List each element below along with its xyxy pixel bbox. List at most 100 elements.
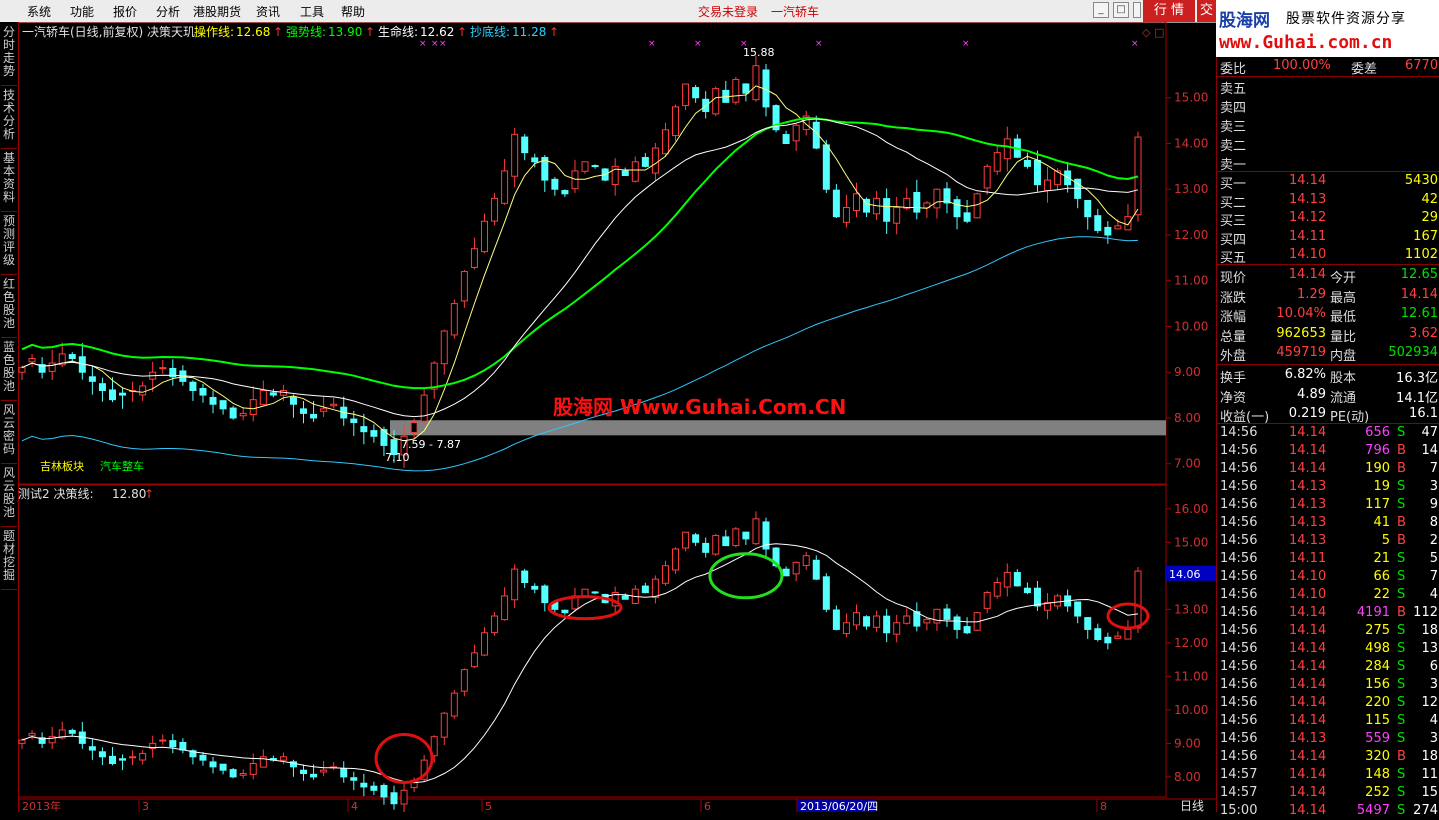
lower-candle-body — [812, 559, 820, 580]
tick-count: 2 — [1429, 533, 1438, 548]
stat-label: 总量 — [1220, 329, 1247, 345]
lower-candle-body — [591, 591, 599, 594]
upper-candle-body — [98, 383, 106, 392]
indicator-arrow: ↑ — [365, 25, 375, 39]
menu-1[interactable]: 功能 — [70, 3, 94, 20]
panel-ctrl-icon[interactable]: ◇ — [1142, 26, 1151, 39]
stat-label: 今开 — [1330, 271, 1357, 286]
tick-side: S — [1397, 677, 1406, 692]
left-tab-3[interactable]: 预测评级 — [1, 215, 17, 275]
menu-3[interactable]: 分析 — [156, 3, 180, 20]
tick-price: 14.10 — [1289, 569, 1327, 584]
xaxis-label: 8 — [1100, 800, 1107, 812]
lower-candle-body — [18, 739, 26, 744]
lower-candle-body — [501, 595, 509, 621]
tick-row: 14:56 14.14 656 S 47 — [1217, 424, 1439, 442]
highlight-ellipse — [547, 595, 623, 621]
tick-count: 14 — [1421, 443, 1438, 458]
stat-row: 总量 962653 量比 3.62 — [1217, 325, 1439, 345]
kline-chart[interactable]: 15.00 14.00 13.00 12.00 11.00 10.00 9.00 8.00 7.… — [17, 21, 1216, 814]
minimize-icon[interactable]: _ — [1093, 2, 1109, 18]
tick-count: 9 — [1429, 497, 1438, 512]
upper-candle-body — [249, 399, 257, 415]
lower-candle-body — [108, 755, 116, 764]
menu-7[interactable]: 帮助 — [341, 3, 365, 20]
sell-row: 卖三 — [1217, 115, 1439, 135]
tick-row: 14:56 14.14 275 S 18 — [1217, 622, 1439, 640]
sell-label: 卖三 — [1220, 120, 1247, 135]
lower-candle-body — [209, 761, 217, 768]
upper-candle-body — [1104, 226, 1112, 236]
upper-candle-body — [239, 412, 247, 417]
lower-candle-body — [1074, 601, 1082, 617]
tick-count: 8 — [1429, 515, 1438, 530]
tick-volume: 41 — [1373, 515, 1390, 530]
ratio-label: 委比 — [1220, 62, 1247, 77]
left-tab-7[interactable]: 风云股池 — [1, 467, 17, 527]
stat-label: 现价 — [1220, 271, 1247, 286]
upper-candle-body — [631, 161, 639, 182]
tick-price: 14.14 — [1289, 785, 1327, 800]
period-label[interactable]: 日线 — [1180, 799, 1204, 813]
menu-0[interactable]: 系统 — [27, 3, 51, 20]
restore-icon[interactable]: □ — [1113, 2, 1129, 18]
lower-candle-body — [782, 568, 790, 577]
quote-panel: 委比 100.00% 委差 6770 卖五 卖四 卖三 卖二 卖一 买一 14.14 5430 买二 14… — [1216, 57, 1439, 818]
stat-label: 最低 — [1330, 310, 1357, 325]
tick-volume: 22 — [1373, 587, 1390, 602]
upper-candle-body — [551, 178, 559, 190]
stat-row: 涨跌 1.29 最高 14.14 — [1217, 286, 1439, 306]
upper-ytick-label: 11.00 — [1174, 274, 1208, 288]
tick-row: 14:56 14.14 284 S 6 — [1217, 658, 1439, 676]
left-tab-5[interactable]: 蓝色股池 — [1, 341, 17, 401]
tab-quote[interactable]: 行 情 — [1143, 0, 1195, 22]
stat-label: 涨跌 — [1220, 290, 1247, 306]
stat-label: 净资 — [1220, 390, 1247, 406]
tick-volume: 796 — [1365, 443, 1390, 458]
tick-side: S — [1397, 731, 1406, 746]
tick-count: 274 — [1413, 803, 1438, 818]
upper-ytick-label: 8.00 — [1174, 411, 1201, 425]
tick-time: 14:56 — [1220, 425, 1258, 440]
lower-candle-body — [963, 626, 971, 634]
upper-candle-body — [682, 83, 690, 107]
indicator-label: 抄底线: — [470, 24, 510, 39]
menu-5[interactable]: 资讯 — [256, 3, 280, 20]
menu-6[interactable]: 工具 — [300, 3, 324, 20]
upper-candle-body — [269, 392, 277, 396]
upper-candle-body — [370, 430, 378, 437]
left-tab-2[interactable]: 基本资料 — [1, 152, 17, 212]
menu-4[interactable]: 港股期货 — [193, 3, 241, 20]
upper-candle-body — [420, 394, 428, 422]
indicator-label: 操作线: — [194, 24, 234, 39]
sell-label: 卖四 — [1220, 101, 1247, 116]
left-tab-0[interactable]: 分时走势 — [1, 26, 17, 86]
left-tab-6[interactable]: 风云密码 — [1, 404, 17, 464]
left-tab-8[interactable]: 题材挖掘 — [1, 530, 17, 590]
upper-candle-body — [641, 157, 649, 167]
tick-time: 14:57 — [1220, 767, 1258, 782]
left-tab-4[interactable]: 红色股池 — [1, 278, 17, 338]
tick-count: 18 — [1421, 623, 1438, 638]
upper-candle-body — [1033, 159, 1041, 186]
tick-side: S — [1397, 767, 1406, 782]
tick-volume: 252 — [1365, 785, 1390, 800]
sell-row: 卖一 — [1217, 153, 1439, 173]
tick-price: 14.14 — [1289, 659, 1327, 674]
stat-row: 净资 4.89 流通 14.1亿 — [1217, 386, 1439, 406]
upper-candle-body — [913, 192, 921, 213]
lower-candle-body — [903, 615, 911, 624]
xaxis-label: 2013年 — [22, 799, 61, 812]
lower-candle-body — [541, 585, 549, 604]
left-tab-1[interactable]: 技术分析 — [1, 89, 17, 149]
tick-price: 14.14 — [1289, 461, 1327, 476]
buy-label: 买四 — [1220, 232, 1247, 248]
tick-side: S — [1397, 623, 1406, 638]
tick-price: 14.14 — [1289, 443, 1327, 458]
tab-trade[interactable]: 交 — [1197, 0, 1216, 22]
panel-close-icon[interactable]: □ — [1154, 26, 1164, 39]
tick-row: 14:56 14.14 220 S 12 — [1217, 694, 1439, 712]
tick-time: 14:56 — [1220, 677, 1258, 692]
menu-2[interactable]: 报价 — [113, 3, 137, 20]
tick-time: 14:56 — [1220, 461, 1258, 476]
